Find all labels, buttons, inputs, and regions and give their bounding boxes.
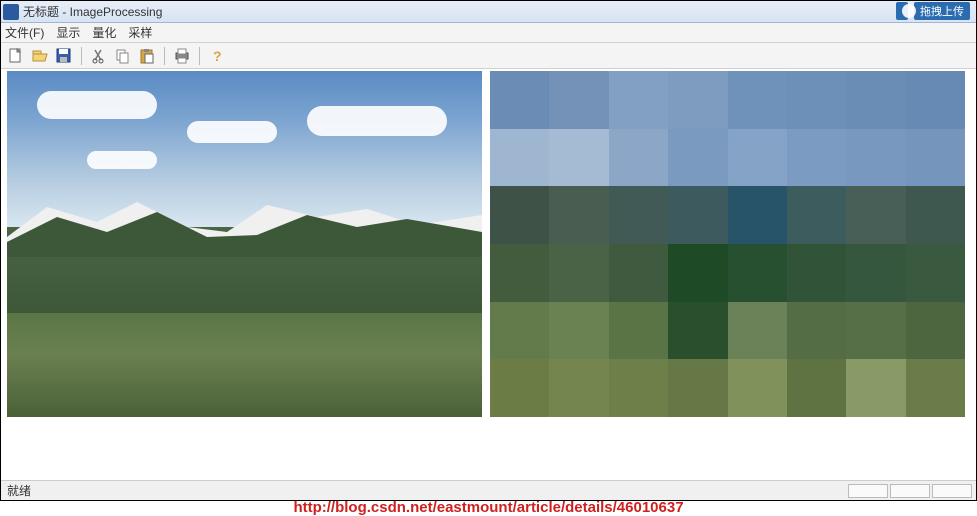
pixel-cell	[549, 186, 608, 244]
pixel-cell	[728, 71, 787, 129]
toolbar: ?	[1, 43, 976, 69]
pixel-cell	[787, 71, 846, 129]
copy-icon[interactable]	[114, 47, 132, 65]
pixel-cell	[549, 71, 608, 129]
status-pane	[890, 484, 930, 498]
pixel-cell	[609, 129, 668, 187]
pixel-cell	[668, 359, 727, 417]
pixel-cell	[609, 71, 668, 129]
pixel-cell	[490, 71, 549, 129]
pixel-cell	[906, 359, 965, 417]
pixel-cell	[668, 71, 727, 129]
pixel-cell	[549, 244, 608, 302]
content-area: http://blog.csdn.net/eastmount/article/d…	[1, 69, 976, 478]
menu-file[interactable]: 文件(F)	[5, 24, 44, 41]
pixel-cell	[609, 186, 668, 244]
pixel-cell	[549, 129, 608, 187]
pixel-cell	[490, 302, 549, 360]
pixel-cell	[787, 186, 846, 244]
pixel-cell	[846, 129, 905, 187]
toolbar-separator	[81, 47, 82, 65]
pixel-cell	[787, 244, 846, 302]
pixel-cell	[728, 244, 787, 302]
pixel-cell	[846, 359, 905, 417]
pixel-cell	[846, 244, 905, 302]
menu-display[interactable]: 显示	[56, 24, 80, 41]
toolbar-separator	[199, 47, 200, 65]
pixel-cell	[787, 359, 846, 417]
pixel-cell	[906, 186, 965, 244]
help-icon[interactable]: ?	[208, 47, 226, 65]
app-icon	[3, 4, 19, 20]
pixel-cell	[609, 302, 668, 360]
toolbar-separator	[164, 47, 165, 65]
pixel-cell	[490, 244, 549, 302]
pixel-cell	[490, 359, 549, 417]
pixel-cell	[906, 129, 965, 187]
pixel-cell	[609, 244, 668, 302]
pixel-cell	[846, 302, 905, 360]
save-icon[interactable]	[55, 47, 73, 65]
paste-icon[interactable]	[138, 47, 156, 65]
pixel-cell	[787, 302, 846, 360]
pixel-cell	[549, 302, 608, 360]
original-image	[7, 71, 482, 417]
cut-icon[interactable]	[90, 47, 108, 65]
pixel-cell	[906, 71, 965, 129]
pixel-grid	[490, 71, 965, 417]
pixel-cell	[668, 186, 727, 244]
pixel-cell	[728, 302, 787, 360]
pixel-cell	[728, 129, 787, 187]
titlebar: 无标题 - ImageProcessing 拖拽上传	[1, 1, 976, 23]
pixel-cell	[490, 129, 549, 187]
pixel-cell	[668, 129, 727, 187]
pixel-cell	[549, 359, 608, 417]
menubar: 文件(F) 显示 量化 采样	[1, 23, 976, 43]
pixel-cell	[668, 302, 727, 360]
new-file-icon[interactable]	[7, 47, 25, 65]
menu-quantize[interactable]: 量化	[92, 24, 116, 41]
pixel-cell	[846, 71, 905, 129]
statusbar: 就绪	[1, 480, 976, 500]
pixel-cell	[728, 359, 787, 417]
window-title: 无标题 - ImageProcessing	[23, 3, 974, 20]
cloud-upload-button[interactable]	[896, 2, 908, 20]
cloud-icon	[902, 4, 916, 18]
print-icon[interactable]	[173, 47, 191, 65]
pixel-cell	[846, 186, 905, 244]
drag-upload-button[interactable]: 拖拽上传	[914, 2, 970, 20]
status-text: 就绪	[7, 482, 31, 499]
processed-image	[490, 71, 965, 417]
pixel-cell	[728, 186, 787, 244]
pixel-cell	[906, 244, 965, 302]
watermark-url: http://blog.csdn.net/eastmount/article/d…	[1, 499, 976, 516]
status-pane	[932, 484, 972, 498]
pixel-cell	[609, 359, 668, 417]
open-file-icon[interactable]	[31, 47, 49, 65]
pixel-cell	[906, 302, 965, 360]
svg-text:?: ?	[213, 48, 222, 64]
status-pane	[848, 484, 888, 498]
pixel-cell	[787, 129, 846, 187]
pixel-cell	[668, 244, 727, 302]
pixel-cell	[490, 186, 549, 244]
menu-sample[interactable]: 采样	[128, 24, 152, 41]
